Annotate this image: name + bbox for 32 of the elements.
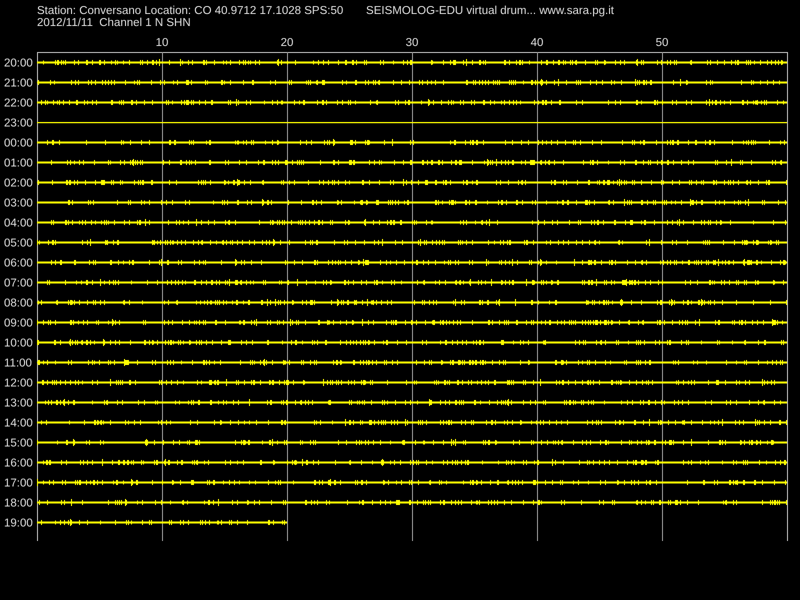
hour-label: 18:00 [4,498,33,510]
hour-label: 17:00 [4,478,33,490]
minute-label: 50 [656,37,668,49]
hour-label: 06:00 [4,258,33,270]
hour-label: 08:00 [4,298,33,310]
hour-label: 11:00 [4,358,32,370]
hour-label: 01:00 [4,158,33,170]
hour-label: 15:00 [4,438,33,450]
station-info: Station: Conversano Location: CO 40.9712 17.1028 SPS:50 [37,5,344,17]
hour-label: 13:00 [4,398,33,410]
app-title: SEISMOLOG-EDU virtual drum... www.sara.pg.it [366,5,614,17]
hour-label: 22:00 [4,98,33,110]
hour-label: 02:00 [4,178,33,190]
minute-label: 20 [280,37,294,49]
hour-label: 20:00 [4,58,33,70]
hour-label: 10:00 [4,338,33,350]
minute-label: 30 [406,37,418,49]
hour-label: 03:00 [4,198,33,210]
hour-label: 09:00 [4,318,33,330]
hour-label: 14:00 [4,418,33,430]
hour-label: 05:00 [4,238,33,250]
hour-label: 12:00 [4,378,33,390]
hour-label: 04:00 [4,218,33,230]
date-channel: 2012/11/11 Channel 1 N SHN [37,17,191,29]
hour-label: 19:00 [4,518,33,530]
hour-label: 21:00 [4,78,33,90]
hour-label: 16:00 [4,458,33,470]
hour-label: 00:00 [4,138,33,150]
minute-label: 40 [530,37,544,49]
hour-label: 07:00 [4,278,33,290]
minute-label: 10 [156,37,168,49]
hour-label: 23:00 [4,118,33,130]
